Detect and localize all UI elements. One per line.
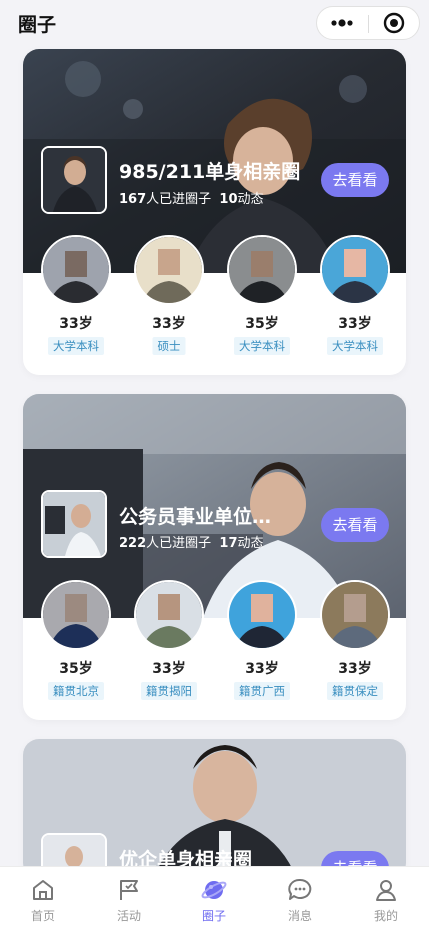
member-avatar: [227, 235, 297, 305]
group-card-enterprise[interactable]: 优企单身相亲圈 去看看: [23, 739, 406, 879]
member-list: 35岁 籍贯北京 33岁 籍贯揭阳 33岁 籍贯广西 33岁 籍贯保定: [23, 580, 406, 700]
group-card-civil-service[interactable]: 公务员事业单位… 222人已进圈子 17动态 去看看 35岁 籍贯北京 33岁 …: [23, 394, 406, 720]
tab-label: 消息: [287, 909, 312, 923]
member-age: 33岁: [152, 316, 186, 332]
member-avatar: [320, 235, 390, 305]
tab-circle[interactable]: 圈子: [171, 867, 257, 930]
member-item[interactable]: 33岁 硕士: [134, 235, 204, 355]
member-age: 33岁: [338, 316, 372, 332]
tab-label: 活动: [116, 909, 141, 923]
tab-activity[interactable]: 活动: [86, 867, 172, 930]
member-avatar: [227, 580, 297, 650]
home-icon: [30, 877, 56, 903]
tab-messages[interactable]: 消息: [257, 867, 343, 930]
member-age: 33岁: [152, 661, 186, 677]
bottom-tab-bar: 首页 活动 圈子 消息 我的: [0, 866, 429, 930]
group-name: 985/211单身相亲圈: [119, 161, 301, 183]
mini-program-capsule: [316, 6, 420, 40]
member-tag: 籍贯保定: [327, 682, 383, 700]
tab-home[interactable]: 首页: [0, 867, 86, 930]
member-avatar: [320, 580, 390, 650]
post-count-suffix: 动态: [237, 192, 264, 207]
member-age: 35岁: [245, 316, 279, 332]
member-tag: 籍贯揭阳: [141, 682, 197, 700]
page-title: 圈子: [18, 14, 57, 36]
member-tag: 籍贯广西: [234, 682, 290, 700]
member-age: 33岁: [338, 661, 372, 677]
planet-icon: [201, 877, 227, 903]
member-list: 33岁 大学本科 33岁 硕士 35岁 大学本科 33岁 大学本科: [23, 235, 406, 355]
member-tag: 籍贯北京: [48, 682, 104, 700]
member-tag: 硕士: [152, 337, 186, 355]
member-tag: 大学本科: [327, 337, 383, 355]
post-count-suffix: 动态: [237, 536, 264, 551]
more-dots-icon[interactable]: [317, 7, 367, 39]
group-thumbnail: [41, 146, 107, 214]
tab-label: 首页: [30, 909, 55, 923]
tab-mine[interactable]: 我的: [343, 867, 429, 930]
member-avatar: [134, 235, 204, 305]
member-count: 222: [119, 536, 147, 551]
group-stats: 167人已进圈子 10动态: [119, 188, 264, 207]
member-avatar: [41, 235, 111, 305]
member-item[interactable]: 35岁 大学本科: [227, 235, 297, 355]
group-thumbnail: [41, 490, 107, 558]
group-stats: 222人已进圈子 17动态: [119, 532, 264, 551]
member-age: 35岁: [59, 661, 93, 677]
view-group-button[interactable]: 去看看: [321, 163, 389, 197]
member-tag: 大学本科: [234, 337, 290, 355]
post-count: 10: [219, 192, 238, 207]
tab-label: 圈子: [201, 909, 226, 923]
group-name: 公务员事业单位…: [119, 506, 272, 528]
top-bar: 圈子: [0, 0, 429, 48]
member-avatar: [41, 580, 111, 650]
member-avatar: [134, 580, 204, 650]
member-item[interactable]: 35岁 籍贯北京: [41, 580, 111, 700]
flag-icon: [116, 877, 142, 903]
member-count-suffix: 人已进圈子: [146, 536, 212, 551]
member-item[interactable]: 33岁 籍贯广西: [227, 580, 297, 700]
chat-icon: [287, 877, 313, 903]
member-count: 167: [119, 192, 147, 207]
target-circle-icon[interactable]: [369, 7, 419, 39]
member-item[interactable]: 33岁 大学本科: [41, 235, 111, 355]
user-icon: [373, 877, 399, 903]
member-item[interactable]: 33岁 大学本科: [320, 235, 390, 355]
member-item[interactable]: 33岁 籍贯揭阳: [134, 580, 204, 700]
member-item[interactable]: 33岁 籍贯保定: [320, 580, 390, 700]
view-group-button[interactable]: 去看看: [321, 508, 389, 542]
post-count: 17: [219, 536, 238, 551]
group-card-985[interactable]: 985/211单身相亲圈 167人已进圈子 10动态 去看看 33岁 大学本科 …: [23, 49, 406, 375]
member-count-suffix: 人已进圈子: [146, 192, 212, 207]
member-age: 33岁: [59, 316, 93, 332]
member-tag: 大学本科: [48, 337, 104, 355]
member-age: 33岁: [245, 661, 279, 677]
tab-label: 我的: [373, 909, 398, 923]
